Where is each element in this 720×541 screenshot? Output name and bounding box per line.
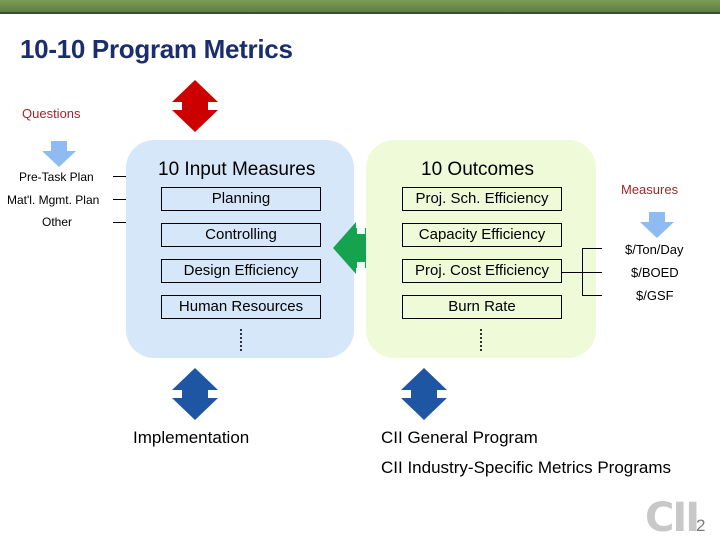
connector-line [562,272,584,273]
measures-label: Measures [621,182,679,197]
outcome-box: Capacity Efficiency [402,223,562,247]
down-arrow-icon [640,212,674,238]
input-measure-box: Design Efficiency [161,259,321,283]
page-title: 10-10 Program Metrics [20,34,293,64]
double-arrow-vertical-icon [401,368,447,420]
connector-line [582,248,602,249]
down-arrow-icon [42,141,76,167]
double-arrow-vertical-icon [172,80,218,132]
outcome-box: Proj. Cost Efficiency [402,259,562,283]
implementation-label: Implementation [133,428,250,447]
page-number: 2 [696,516,706,535]
connector-line [582,295,602,296]
input-measure-box: Planning [161,187,321,211]
connector-line [582,272,602,273]
more-items-indicator [240,329,244,351]
questions-label: Questions [22,106,81,121]
outcome-box: Burn Rate [402,295,562,319]
outcome-box: Proj. Sch. Efficiency [402,187,562,211]
measure-item: $/Ton/Day [625,242,684,257]
general-program-label: CII General Program [381,428,538,447]
cii-logo: CII [645,495,700,541]
header-bar [0,0,720,14]
question-item: Mat'l. Mgmt. Plan [7,193,100,207]
input-measures-title: 10 Input Measures [158,159,316,180]
question-item: Other [42,215,73,229]
more-items-indicator [480,329,484,351]
input-measure-box: Human Resources [161,295,321,319]
input-measure-box: Controlling [161,223,321,247]
double-arrow-vertical-icon [172,368,218,420]
industry-programs-label: CII Industry-Specific Metrics Programs [381,458,672,477]
outcomes-title: 10 Outcomes [421,159,534,180]
measure-item: $/GSF [636,288,674,303]
question-item: Pre-Task Plan [19,170,94,184]
measure-item: $/BOED [631,265,679,280]
